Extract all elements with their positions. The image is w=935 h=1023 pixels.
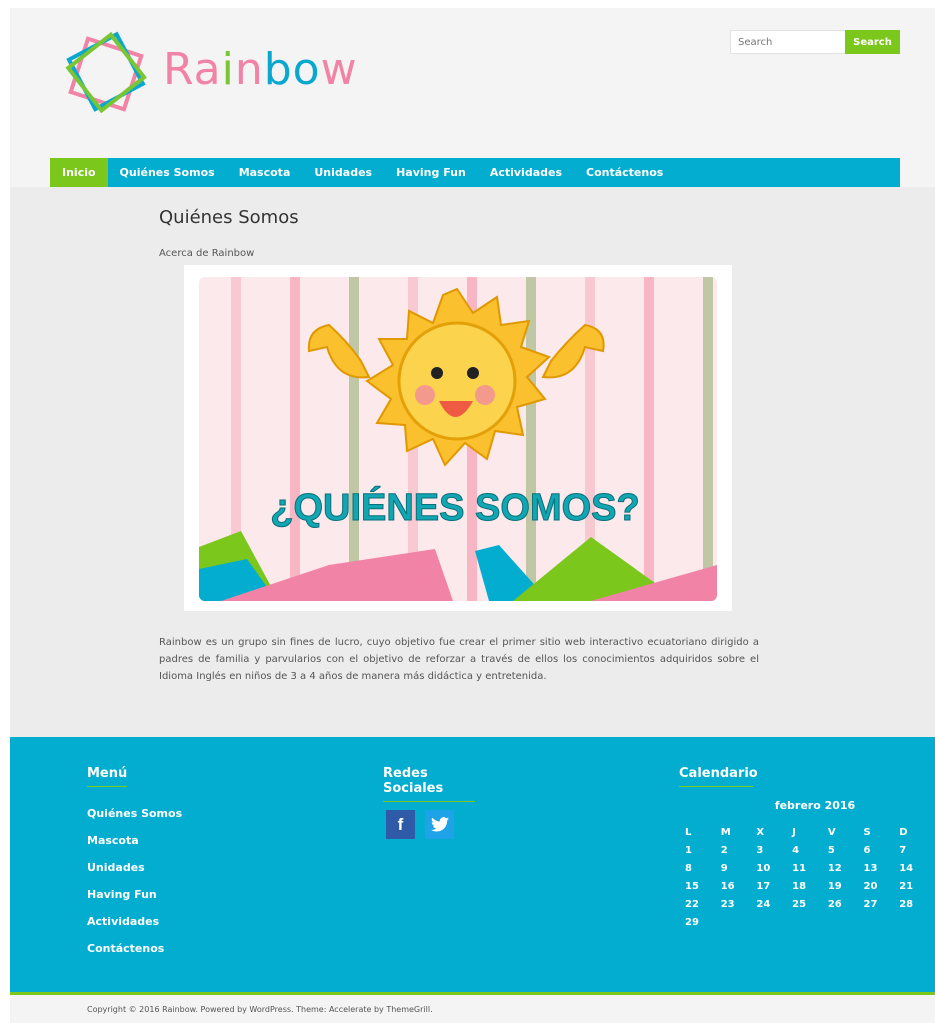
calendar-weekday: J: [792, 826, 796, 838]
calendar-day: [751, 913, 787, 931]
footer-menu-item[interactable]: Mascota: [87, 834, 182, 861]
footer-menu-item[interactable]: Quiénes Somos: [87, 807, 182, 834]
calendar-caption: febrero 2016: [774, 799, 856, 812]
calendar-weekday: X: [756, 826, 765, 838]
calendar-day: [787, 913, 823, 931]
calendar-day[interactable]: 18: [787, 877, 823, 895]
calendar-week: 29: [680, 913, 930, 931]
main-nav: Inicio Quiénes Somos Mascota Unidades Having…: [50, 158, 900, 187]
search-button[interactable]: Search: [845, 30, 900, 54]
social-links: f: [386, 810, 454, 839]
logo-letter: R: [163, 44, 194, 95]
hero-image: ¿QUIÉNES SOMOS?: [184, 265, 732, 611]
twitter-icon[interactable]: [425, 810, 454, 839]
calendar-day[interactable]: 14: [894, 859, 930, 877]
rainbow-logo-icon: [65, 31, 147, 114]
nav-item-qui-nes-somos[interactable]: Quiénes Somos: [108, 158, 227, 187]
calendar-day[interactable]: 22: [680, 895, 716, 913]
calendar-day[interactable]: 23: [716, 895, 752, 913]
nav-item-mascota[interactable]: Mascota: [227, 158, 303, 187]
calendar-day[interactable]: 21: [894, 877, 930, 895]
main-content: Quiénes Somos Acerca de Rainbow ¿QUIÉNES…: [10, 187, 935, 737]
calendar-widget: febrero 2016 LMXJVSD 1 2 3 4 5 6 7 8 9 10 11 12 13 14…: [680, 799, 930, 931]
calendar-day[interactable]: 8: [680, 859, 716, 877]
search-input[interactable]: [730, 30, 846, 54]
calendar-day: [894, 913, 930, 931]
footer-social-title: Redes Sociales: [383, 766, 475, 802]
calendar-day[interactable]: 16: [716, 877, 752, 895]
footer-menu-item[interactable]: Contáctenos: [87, 942, 182, 969]
hero-illustration: ¿QUIÉNES SOMOS?: [199, 277, 717, 601]
calendar-day[interactable]: 11: [787, 859, 823, 877]
nav-item-actividades[interactable]: Actividades: [478, 158, 574, 187]
page-subtitle: Acerca de Rainbow: [159, 248, 255, 259]
footer-divider: [10, 992, 935, 995]
logo-letter: b: [263, 44, 293, 95]
calendar-week: 8 9 10 11 12 13 14: [680, 859, 930, 877]
logo-letter: w: [320, 44, 358, 95]
calendar-day: [716, 913, 752, 931]
calendar-day[interactable]: 25: [787, 895, 823, 913]
calendar-week: 1234567: [680, 841, 930, 859]
footer-menu-item[interactable]: Unidades: [87, 861, 182, 888]
calendar-day[interactable]: 26: [823, 895, 859, 913]
logo-letter: a: [193, 44, 222, 95]
calendar-day: [859, 913, 895, 931]
nav-item-unidades[interactable]: Unidades: [302, 158, 384, 187]
calendar-day[interactable]: 12: [823, 859, 859, 877]
nav-item-inicio[interactable]: Inicio: [50, 158, 108, 187]
calendar-day: [823, 913, 859, 931]
site-title: Rainbow: [163, 44, 358, 95]
calendar-day[interactable]: 19: [823, 877, 859, 895]
page: Rainbow Search InicioQuiénes SomosMascot…: [10, 8, 935, 1023]
footer-menu-item[interactable]: Actividades: [87, 915, 182, 942]
footer-menu-title: Menú: [87, 766, 127, 787]
calendar-week: 15 16 17 18 19 20 21: [680, 877, 930, 895]
calendar-day[interactable]: 29: [680, 913, 716, 931]
calendar-weekday: S: [863, 826, 871, 838]
page-title: Quiénes Somos: [159, 207, 299, 228]
calendar-day[interactable]: 10: [751, 859, 787, 877]
about-paragraph: Rainbow es un grupo sin fines de lucro, …: [159, 637, 759, 682]
hero-heading: ¿QUIÉNES SOMOS?: [270, 485, 639, 529]
footer-calendar-title: Calendario: [679, 766, 758, 787]
calendar-day[interactable]: 2: [716, 841, 752, 859]
calendar-weekday: L: [685, 826, 692, 838]
calendar-day[interactable]: 13: [859, 859, 895, 877]
footer-menu-item[interactable]: Having Fun: [87, 888, 182, 915]
calendar-day[interactable]: 15: [680, 877, 716, 895]
calendar-day[interactable]: 24: [751, 895, 787, 913]
calendar-weekday: V: [827, 826, 836, 838]
calendar-weekday: D: [899, 826, 908, 838]
calendar-day[interactable]: 3: [751, 841, 787, 859]
calendar-weekday: M: [720, 826, 731, 838]
footer-menu: Quiénes Somos Mascota Unidades Having Fun Ac…: [87, 807, 182, 969]
calendar-day[interactable]: 20: [859, 877, 895, 895]
site-logo[interactable]: Rainbow: [58, 26, 378, 126]
calendar-day[interactable]: 17: [751, 877, 787, 895]
nav-item-cont-ctenos[interactable]: Contáctenos: [574, 158, 675, 187]
site-footer: Menú Quiénes Somos Mascota Unidades Having …: [10, 737, 935, 995]
facebook-icon[interactable]: f: [386, 810, 415, 839]
calendar-week: 22 23 24 25 26 27 28: [680, 895, 930, 913]
logo-letter: n: [234, 44, 264, 95]
logo-letter: o: [292, 44, 321, 95]
calendar-day[interactable]: 28: [894, 895, 930, 913]
logo-letter: i: [221, 44, 235, 95]
calendar-day[interactable]: 6: [859, 841, 895, 859]
calendar-table: LMXJVSD 1 2 3 4 5 6 7 8 9 10 11 12 13 14 15 16 17 18 19 20 2…: [680, 823, 930, 931]
nav-item-having-fun[interactable]: Having Fun: [384, 158, 478, 187]
copyright-text: Copyright © 2016 Rainbow. Powered by Wor…: [87, 1005, 433, 1014]
calendar-day[interactable]: 9: [716, 859, 752, 877]
calendar-day[interactable]: 4: [787, 841, 823, 859]
calendar-day[interactable]: 27: [859, 895, 895, 913]
calendar-day[interactable]: 7: [894, 841, 930, 859]
calendar-day[interactable]: 1: [680, 841, 716, 859]
calendar-day[interactable]: 5: [823, 841, 859, 859]
